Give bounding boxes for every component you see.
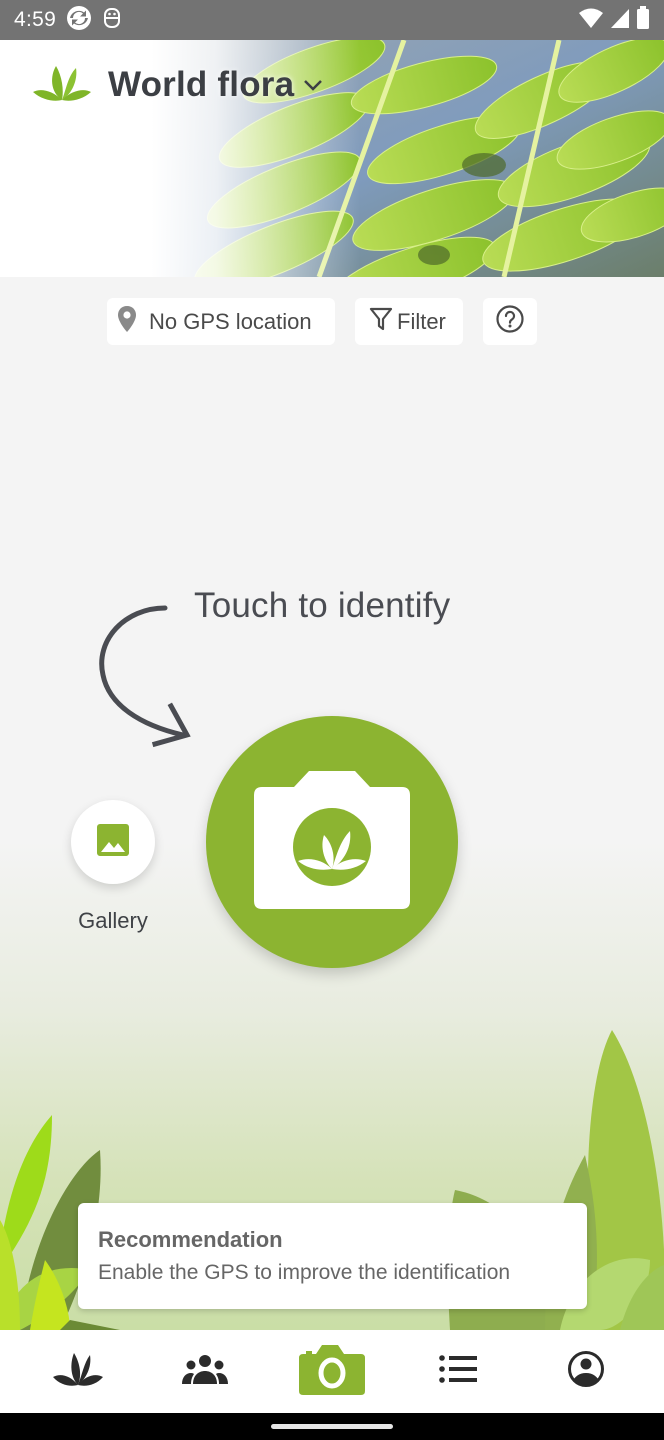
- battery-icon: [636, 5, 650, 35]
- group-icon: [181, 1353, 229, 1390]
- nav-item-community[interactable]: [165, 1342, 245, 1402]
- system-navigation-bar: [0, 1413, 664, 1440]
- status-time: 4:59: [14, 8, 57, 31]
- toast-message: Enable the GPS to improve the identifica…: [98, 1261, 511, 1284]
- wifi-icon: [578, 7, 604, 34]
- gallery-button[interactable]: [71, 800, 155, 884]
- filter-label: Filter: [397, 308, 446, 334]
- toast-title: Recommendation: [98, 1227, 283, 1252]
- filter-button[interactable]: Filter: [355, 298, 463, 345]
- camera-plant-icon: [254, 769, 410, 916]
- identify-camera-button[interactable]: [206, 716, 458, 968]
- help-circle-icon: [495, 304, 525, 340]
- recommendation-toast: Recommendation Enable the GPS to improve…: [78, 1203, 587, 1309]
- filter-funnel-icon: [369, 306, 393, 338]
- header: World flora: [0, 40, 664, 277]
- camera-icon: [298, 1342, 366, 1401]
- plant-leaves-logo-icon: [32, 62, 92, 107]
- status-right: [578, 5, 650, 35]
- location-pin-icon: [117, 305, 137, 339]
- gps-location-chip[interactable]: No GPS location: [107, 298, 335, 345]
- status-left: 4:59: [14, 5, 122, 36]
- toolbar-chips: No GPS location Filter: [107, 298, 537, 345]
- home-gesture-handle[interactable]: [271, 1424, 393, 1429]
- chevron-down-icon: [302, 78, 324, 97]
- region-title: World flora: [108, 64, 295, 104]
- sync-app-icon: [66, 5, 92, 36]
- nav-item-identify[interactable]: [292, 1342, 372, 1402]
- touch-to-identify-hint: Touch to identify: [194, 586, 451, 625]
- gallery-label: Gallery: [78, 908, 148, 933]
- account-circle-icon: [567, 1350, 605, 1393]
- region-selector[interactable]: World flora: [32, 62, 324, 107]
- list-icon: [439, 1354, 479, 1389]
- cellular-signal-icon: [610, 7, 630, 34]
- nav-item-flora[interactable]: [38, 1342, 118, 1402]
- nav-item-profile[interactable]: [546, 1342, 626, 1402]
- plant-icon: [52, 1351, 104, 1392]
- help-button[interactable]: [483, 298, 537, 345]
- image-icon: [96, 823, 130, 862]
- nav-item-observations[interactable]: [419, 1342, 499, 1402]
- bottom-navigation: [0, 1330, 664, 1413]
- status-bar: 4:59: [0, 0, 664, 40]
- gps-location-label: No GPS location: [149, 308, 312, 334]
- curved-arrow-icon: [99, 605, 191, 748]
- android-debug-icon: [102, 6, 122, 35]
